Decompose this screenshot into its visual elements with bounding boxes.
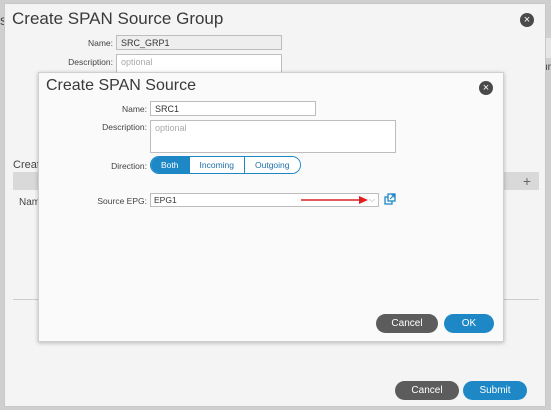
submit-button[interactable]: Submit	[463, 381, 527, 400]
direction-label: Direction:	[111, 161, 147, 171]
source-epg-label: Source EPG:	[97, 196, 147, 206]
add-source-icon[interactable]: +	[523, 172, 531, 190]
group-description-field[interactable]: optional	[116, 54, 282, 74]
source-description-field[interactable]: optional	[150, 120, 396, 153]
direction-outgoing-option[interactable]: Outgoing	[244, 157, 300, 173]
outer-section-title: Creat	[13, 159, 40, 171]
chevron-down-icon[interactable]: ⌵	[369, 194, 375, 206]
outer-cancel-button[interactable]: Cancel	[395, 381, 459, 400]
inner-close-icon[interactable]: ×	[479, 81, 493, 95]
ok-button[interactable]: OK	[444, 314, 494, 333]
direction-incoming-option[interactable]: Incoming	[188, 157, 244, 173]
group-name-label: Name:	[87, 38, 113, 48]
sources-table-name-column: Nam	[19, 197, 41, 208]
group-name-field[interactable]: SRC_GRP1	[116, 35, 282, 50]
group-description-label: Description:	[68, 57, 113, 67]
source-name-field[interactable]: SRC1	[150, 101, 316, 116]
direction-toggle: Both Incoming Outgoing	[150, 156, 301, 174]
inner-cancel-button[interactable]: Cancel	[376, 314, 438, 333]
outer-close-icon[interactable]: ×	[520, 13, 534, 27]
direction-both-option[interactable]: Both	[151, 157, 189, 173]
open-external-icon[interactable]	[384, 193, 396, 205]
create-span-source-dialog: Create SPAN Source × Name: SRC1 Descript…	[38, 72, 504, 342]
source-description-label: Description:	[102, 122, 147, 132]
outer-dialog-title: Create SPAN Source Group	[12, 9, 224, 28]
inner-dialog-title: Create SPAN Source	[46, 77, 196, 94]
red-arrow-icon	[301, 196, 368, 204]
source-epg-value: EPG1	[154, 195, 177, 205]
source-name-label: Name:	[121, 104, 147, 114]
